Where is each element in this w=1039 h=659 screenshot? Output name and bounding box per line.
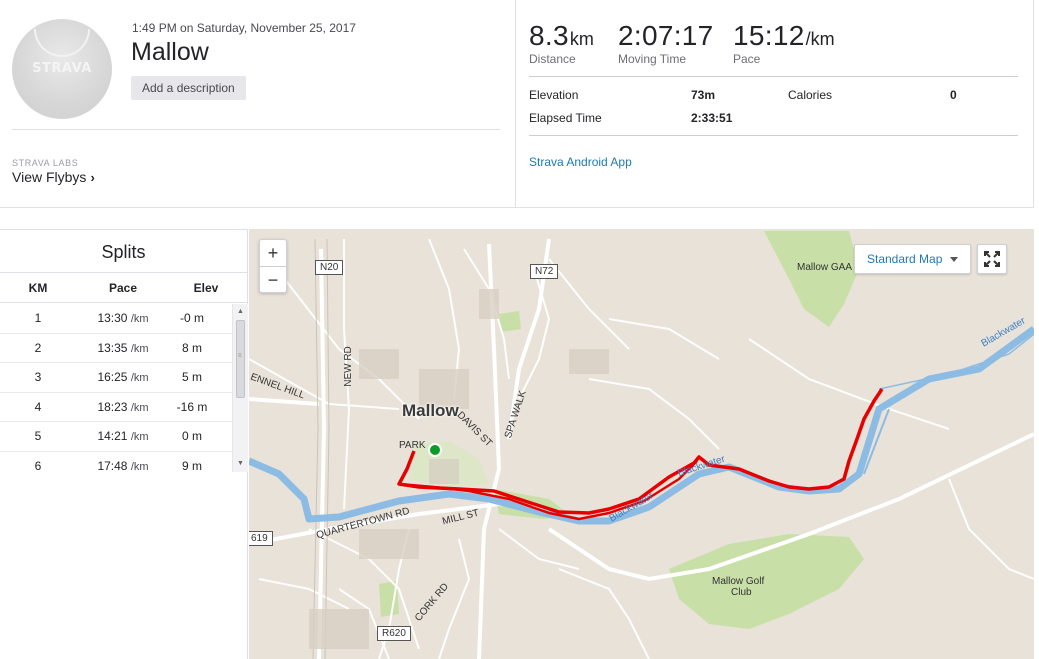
- scroll-down-arrow-icon[interactable]: ▼: [237, 460, 244, 467]
- zoom-in-button[interactable]: +: [260, 240, 286, 266]
- split-pace: 14:21 /km: [97, 429, 149, 443]
- table-row: 4 18:23 /km -16 m: [0, 393, 232, 422]
- split-elev: 9 m: [181, 458, 202, 473]
- map-type-label: Standard Map: [867, 252, 943, 266]
- fullscreen-icon: [984, 251, 1000, 267]
- road-badge-619: 619: [249, 531, 273, 546]
- golf-club-label-1: Mallow Golf: [712, 576, 765, 587]
- fullscreen-button[interactable]: [977, 244, 1007, 274]
- start-marker: [428, 443, 442, 457]
- header-pace: Pace: [108, 281, 138, 295]
- stat-pace: 15:12/km Pace: [733, 20, 835, 66]
- mallow-gaa-label: Mallow GAA: [797, 262, 853, 273]
- distance-value: 8.3: [529, 20, 569, 51]
- road-badge-r620: R620: [377, 626, 411, 641]
- elevation-value: 73m: [691, 88, 716, 102]
- scrollbar-thumb[interactable]: ≡: [236, 320, 245, 398]
- chevron-right-icon: ›: [90, 170, 95, 185]
- split-pace: 17:48 /km: [97, 458, 149, 473]
- split-elev: -0 m: [180, 311, 204, 325]
- splits-panel: Splits KM Pace Elev 1 13:30 /km -0 m 2 1…: [0, 229, 248, 659]
- zoom-out-button[interactable]: −: [260, 266, 286, 292]
- calories-label: Calories: [788, 88, 833, 102]
- add-description-button[interactable]: Add a description: [131, 76, 246, 100]
- elapsed-time-value: 2:33:51: [691, 111, 733, 125]
- split-elev: 8 m: [181, 340, 202, 355]
- stat-distance: 8.3km Distance: [529, 20, 594, 66]
- pace-label: Pace: [733, 52, 761, 66]
- table-row: 6 17:48 /km 9 m: [0, 452, 232, 473]
- split-km: 5: [34, 429, 42, 443]
- stats-divider: [529, 76, 1018, 77]
- split-pace: 16:25 /km: [97, 370, 149, 384]
- map-base: [249, 231, 1034, 659]
- splits-title: Splits: [0, 229, 247, 273]
- splits-scrollbar[interactable]: ▲ ≡ ▼: [232, 304, 248, 472]
- golf-club-label-2: Club: [731, 587, 752, 598]
- distance-unit: km: [569, 29, 594, 49]
- moving-time-value: 2:07:17: [618, 20, 714, 51]
- device-link[interactable]: Strava Android App: [529, 155, 632, 169]
- split-km: 3: [34, 370, 42, 384]
- distance-label: Distance: [529, 52, 576, 66]
- summary-divider: [515, 0, 516, 208]
- split-km: 4: [34, 399, 42, 414]
- view-flybys-label: View Flybys: [12, 169, 87, 185]
- scroll-up-arrow-icon[interactable]: ▲: [237, 308, 244, 315]
- table-row: 5 14:21 /km 0 m: [0, 422, 232, 452]
- pace-unit: /km: [805, 29, 835, 49]
- split-km: 6: [34, 458, 42, 473]
- activity-summary: STRAVA 1:49 PM on Saturday, November 25,…: [0, 0, 1034, 208]
- elapsed-time-label: Elapsed Time: [529, 111, 602, 125]
- calories-value: 0: [950, 88, 957, 102]
- zoom-control: + −: [259, 239, 287, 293]
- table-row: 1 13:30 /km -0 m: [0, 304, 232, 334]
- split-pace: 13:35 /km: [97, 340, 149, 355]
- activity-title: Mallow: [131, 38, 209, 66]
- avatar-logo: STRAVA: [32, 61, 92, 76]
- split-elev: 5 m: [181, 370, 202, 384]
- stat-moving-time: 2:07:17 Moving Time: [618, 20, 714, 66]
- activity-datetime: 1:49 PM on Saturday, November 25, 2017: [132, 21, 356, 35]
- split-elev: 0 m: [181, 429, 202, 443]
- elevation-label: Elevation: [529, 88, 579, 102]
- splits-table-body[interactable]: 1 13:30 /km -0 m 2 13:35 /km 8 m 3 16:25…: [0, 304, 232, 472]
- strava-labs-caption: STRAVA LABS: [12, 158, 79, 168]
- route-map[interactable]: Mallow N20 N72 619 R620 Mallow GAA Black…: [249, 229, 1034, 659]
- table-row: 3 16:25 /km 5 m: [0, 363, 232, 393]
- split-pace: 13:30 /km: [97, 311, 149, 325]
- moving-time-label: Moving Time: [618, 52, 687, 66]
- split-elev: -16 m: [176, 399, 208, 414]
- new-rd-label: NEW RD: [342, 346, 354, 387]
- table-row: 2 13:35 /km 8 m: [0, 334, 232, 363]
- avatar-shirt-outline: [34, 29, 90, 57]
- header-km: KM: [28, 281, 48, 295]
- caret-down-icon: [950, 257, 959, 263]
- park-label: PARK: [399, 440, 426, 451]
- stats-divider-bottom: [529, 135, 1018, 136]
- header-elev: Elev: [193, 281, 219, 295]
- town-label: Mallow: [402, 401, 459, 420]
- split-km: 2: [34, 340, 42, 355]
- view-flybys-link[interactable]: View Flybys ›: [12, 169, 95, 185]
- map-type-dropdown[interactable]: Standard Map: [854, 244, 972, 274]
- pace-value: 15:12: [733, 20, 805, 51]
- split-km: 1: [34, 311, 42, 325]
- split-pace: 18:23 /km: [97, 399, 149, 414]
- splits-header-row: KM Pace Elev: [0, 273, 247, 303]
- avatar[interactable]: STRAVA: [12, 19, 112, 119]
- road-badge-n72: N72: [530, 264, 559, 279]
- divider: [12, 129, 500, 130]
- gaa-grounds: [764, 231, 859, 327]
- road-badge-n20: N20: [315, 260, 344, 275]
- grip-icon: ≡: [238, 353, 242, 359]
